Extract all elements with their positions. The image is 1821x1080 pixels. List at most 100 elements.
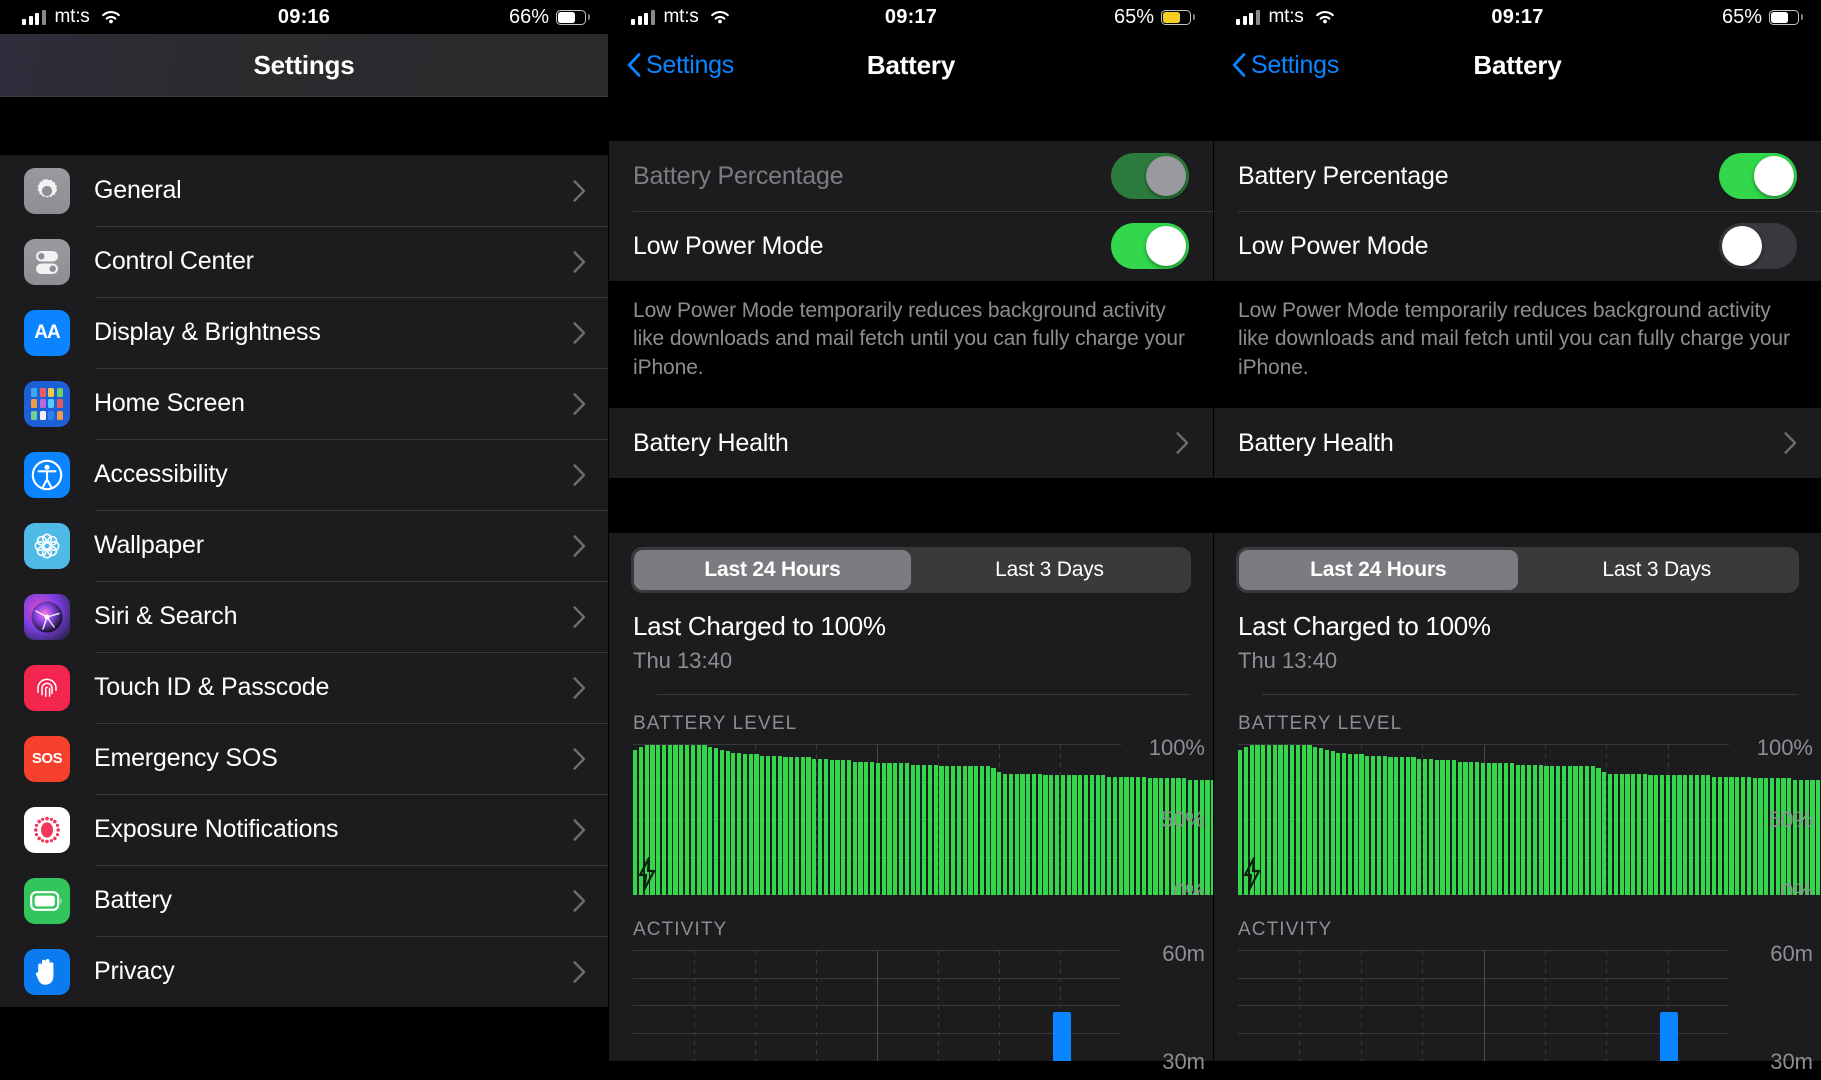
chart-bar (1665, 775, 1670, 896)
last-charged-block: Last Charged to 100% Thu 13:40 (1214, 593, 1821, 696)
sidebar-item-battery[interactable]: Battery (0, 865, 608, 936)
status-left: mt:s (1236, 6, 1337, 28)
low-power-mode-toggle[interactable] (1719, 223, 1797, 269)
chevron-right-icon (573, 321, 586, 344)
chart-bar (1480, 763, 1485, 896)
chart-bar (685, 745, 690, 896)
last-charged-time: Thu 13:40 (633, 648, 733, 674)
chart-bar (1457, 761, 1462, 896)
chart-bar (997, 772, 1002, 896)
activity-heading: ACTIVITY (633, 919, 728, 941)
chart-bar (1003, 773, 1008, 896)
chart-bar (1631, 773, 1636, 896)
back-button-settings[interactable]: Settings (627, 51, 734, 80)
chart-bar (1324, 749, 1329, 896)
chart-bar (667, 745, 672, 896)
sidebar-item-home-screen[interactable]: Home Screen (0, 368, 608, 439)
sidebar-item-display-brightness[interactable]: AA Display & Brightness (0, 297, 608, 368)
chevron-right-icon (573, 392, 586, 415)
chart-bar (1723, 776, 1728, 896)
row-battery-health[interactable]: Battery Health (1214, 408, 1821, 479)
chart-bar (1619, 773, 1624, 896)
battery-percentage-toggle[interactable] (1111, 153, 1189, 199)
battery-health-card: Battery Health (1214, 408, 1821, 479)
segment-last-24-hours[interactable]: Last 24 Hours (634, 550, 911, 591)
chart-bar (1717, 776, 1723, 896)
row-low-power-mode[interactable]: Low Power Mode (609, 211, 1213, 281)
sidebar-item-general[interactable]: General (0, 155, 608, 226)
chart-bar (1660, 775, 1665, 896)
chart-bar (1712, 776, 1717, 896)
chart-bar (1049, 775, 1054, 896)
chart-bar (1550, 766, 1555, 896)
charging-bolt-icon (638, 857, 656, 892)
privacy-hand-icon (24, 948, 70, 995)
status-right: 66% (509, 6, 590, 29)
top-gap (1214, 96, 1821, 141)
sidebar-item-exposure-notifications[interactable]: Exposure Notifications (0, 794, 608, 865)
row-battery-health[interactable]: Battery Health (609, 408, 1213, 479)
chart-bar (1313, 746, 1318, 896)
chevron-right-icon (573, 179, 586, 202)
battery-level-y-axis: 100% 50% 0% (1729, 735, 1813, 905)
chart-bar (1365, 755, 1370, 896)
activity-plot: 60m 30m (633, 941, 1213, 1074)
list-top-gap (0, 97, 608, 155)
row-battery-percentage[interactable]: Battery Percentage (1214, 141, 1821, 211)
sidebar-item-wallpaper[interactable]: Wallpaper (0, 510, 608, 581)
battery-percentage-toggle[interactable] (1719, 153, 1797, 199)
chart-bar (783, 757, 788, 896)
row-battery-percentage[interactable]: Battery Percentage (609, 141, 1213, 211)
chart-bar (713, 748, 719, 896)
chart-bar (1538, 764, 1543, 896)
activity-bar (1660, 1011, 1679, 1062)
settings-list: General Control Center AA Display & Brig… (0, 155, 608, 1007)
sidebar-item-privacy[interactable]: Privacy (0, 936, 608, 1007)
chart-bar (818, 758, 823, 896)
sidebar-item-label: Exposure Notifications (94, 815, 339, 843)
chart-bar (1382, 755, 1387, 896)
row-low-power-mode[interactable]: Low Power Mode (1214, 211, 1821, 281)
gridline-vertical (1422, 951, 1424, 1062)
chart-bar (812, 758, 817, 896)
battery-level-plot: 100% 50% 0% (1238, 735, 1821, 904)
sidebar-item-accessibility[interactable]: Accessibility (0, 439, 608, 510)
y-tick: 100% (1148, 735, 1205, 761)
chart-bar (1683, 775, 1688, 896)
back-button-settings[interactable]: Settings (1232, 51, 1339, 80)
chart-bar (1411, 757, 1416, 896)
low-power-mode-toggle[interactable] (1111, 223, 1189, 269)
chart-bar (1336, 752, 1341, 896)
segment-last-3-days[interactable]: Last 3 Days (911, 550, 1188, 590)
chart-bar (1706, 775, 1711, 896)
segment-last-3-days[interactable]: Last 3 Days (1518, 550, 1797, 590)
chart-bar (1043, 775, 1048, 896)
sidebar-item-control-center[interactable]: Control Center (0, 226, 608, 297)
chart-bar (1205, 779, 1210, 896)
chart-bar (1112, 776, 1118, 896)
segment-last-24-hours[interactable]: Last 24 Hours (1239, 550, 1518, 591)
chart-bar (1584, 766, 1590, 896)
chart-bar (1037, 773, 1042, 896)
gridline-vertical (999, 951, 1000, 1062)
chart-bar (991, 767, 996, 896)
battery-health-card: Battery Health (609, 408, 1213, 479)
chart-bar (1596, 767, 1601, 896)
chart-bar (690, 745, 695, 896)
chart-bar (950, 766, 956, 896)
battery-percentage-label: 65% (1113, 5, 1154, 28)
chart-bar (794, 757, 800, 896)
chart-bar (1602, 772, 1607, 896)
chart-bar (835, 760, 840, 896)
sidebar-item-emergency-sos[interactable]: SOS Emergency SOS (0, 723, 608, 794)
signal-strength-icon (631, 9, 655, 25)
chevron-right-icon (573, 250, 586, 273)
chart-bar (760, 755, 765, 896)
chart-bar (823, 758, 828, 896)
chart-bar (679, 745, 684, 896)
screenshot-triptych: mt:s 09:16 66% Settings General Control … (0, 0, 1821, 1080)
sidebar-item-touch-id-passcode[interactable]: Touch ID & Passcode (0, 652, 608, 723)
chart-bar (1700, 775, 1705, 896)
sidebar-item-siri-search[interactable]: Siri & Search (0, 581, 608, 652)
battery-status-icon (556, 9, 590, 25)
